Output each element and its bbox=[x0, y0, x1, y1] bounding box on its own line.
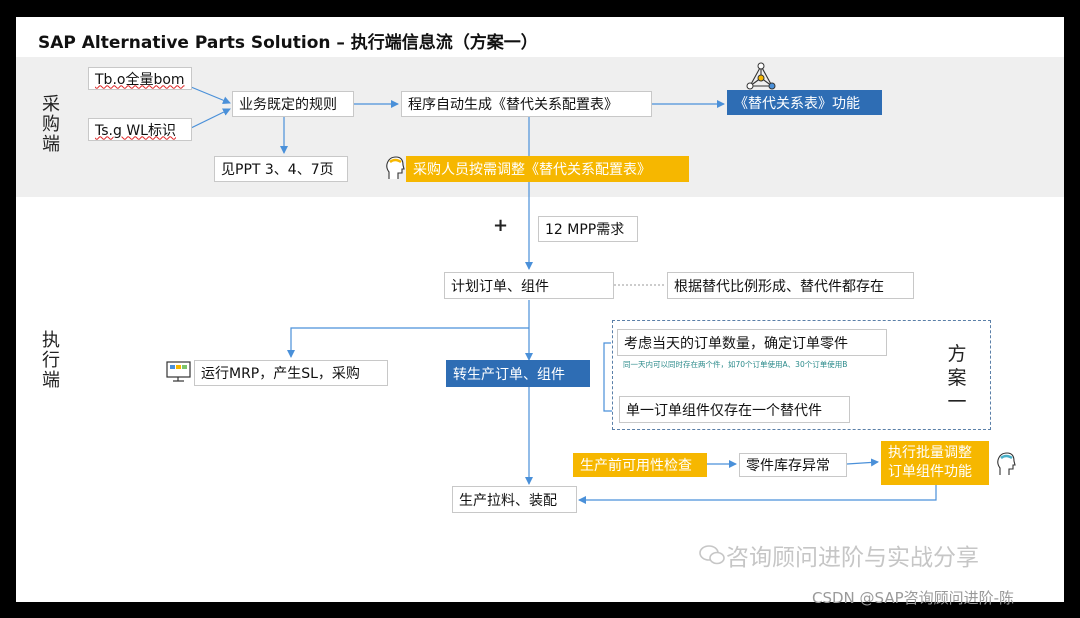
person-head-icon-2 bbox=[997, 452, 1016, 475]
see-ppt-box: 见PPT 3、4、7页 bbox=[214, 156, 348, 182]
inventory-exception-box: 零件库存异常 bbox=[739, 453, 847, 477]
plus-sign: + bbox=[493, 215, 509, 236]
monitor-icon bbox=[166, 361, 191, 382]
plan-order-box: 计划订单、组件 bbox=[444, 272, 614, 299]
scheme-one-label: 方案一 bbox=[947, 343, 967, 413]
parallel-parts-note: 同一天内可以同时存在两个件，如70个订单使用A、30个订单使用B bbox=[623, 360, 848, 369]
convert-order-box: 转生产订单、组件 bbox=[446, 360, 590, 387]
consider-qty-box: 考虑当天的订单数量，确定订单零件 bbox=[617, 329, 887, 356]
single-component-box: 单一订单组件仅存在一个替代件 bbox=[619, 396, 850, 423]
network-icon bbox=[746, 62, 776, 90]
arrow-wl-to-rules bbox=[190, 108, 231, 129]
batch-adjust-box: 执行批量调整订单组件功能 bbox=[881, 441, 989, 485]
production-pick-box: 生产拉料、装配 bbox=[452, 486, 577, 513]
business-rules-box: 业务既定的规则 bbox=[232, 91, 354, 117]
arrow-bom-to-rules bbox=[190, 86, 231, 105]
arrow-exception-to-batch bbox=[846, 458, 879, 467]
mpp-demand-box: 12 MPP需求 bbox=[538, 216, 638, 242]
tsg-wl-box: Ts.g WL标识 bbox=[88, 118, 192, 141]
auto-generate-box: 程序自动生成《替代关系配置表》 bbox=[401, 91, 652, 117]
csdn-watermark: CSDN @SAP咨询顾问进阶-陈 bbox=[812, 589, 1015, 607]
slide: SAP Alternative Parts Solution – 执行端信息流（… bbox=[16, 17, 1064, 602]
tbo-bom-box: Tb.o全量bom bbox=[88, 67, 192, 90]
arrow-to-mrp bbox=[287, 327, 529, 358]
pre-check-box: 生产前可用性检查 bbox=[573, 453, 707, 477]
run-mrp-box: 运行MRP，产生SL，采购 bbox=[194, 360, 388, 386]
alt-relation-function-box: 《替代关系表》功能 bbox=[727, 90, 882, 115]
wechat-watermark: 咨询顾问进阶与实战分享 bbox=[698, 538, 979, 572]
bracket-scheme bbox=[603, 342, 612, 412]
ratio-form-box: 根据替代比例形成、替代件都存在 bbox=[667, 272, 914, 299]
wechat-icon bbox=[699, 545, 725, 565]
person-head-icon bbox=[386, 156, 405, 179]
buyer-adjust-box: 采购人员按需调整《替代关系配置表》 bbox=[406, 156, 689, 182]
